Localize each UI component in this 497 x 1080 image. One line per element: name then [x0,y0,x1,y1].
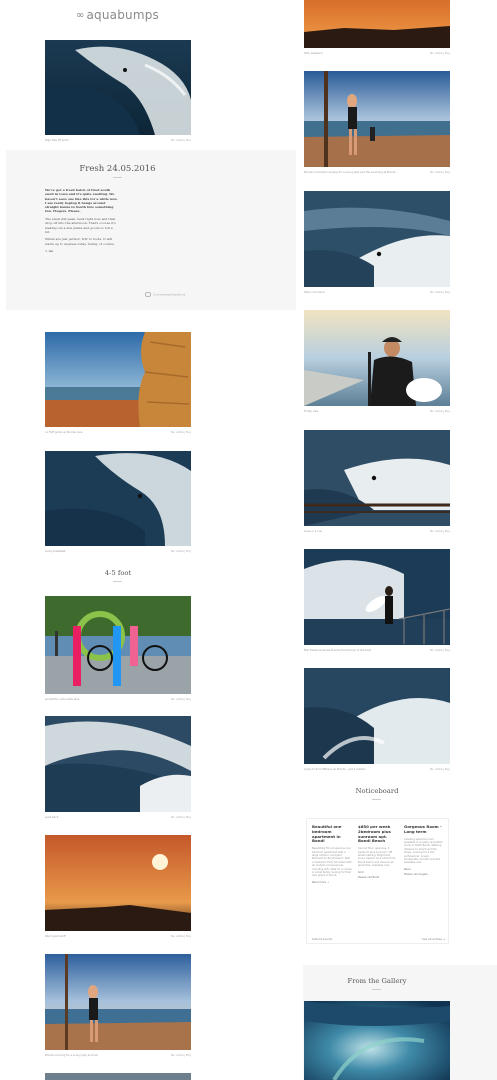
post-meta[interactable]: No. Aloha | Buy [430,530,450,533]
notice-text: Second floor, spacious, 2 bedroom plus s… [358,847,396,868]
post-caption-row: Lucky to find offshore up Bronte - just … [304,766,450,772]
notice-contact: Please call Brett [358,875,379,879]
post-caption: Bob Fishbone shows Bronte free the top o… [304,648,372,652]
post-meta[interactable]: No. Aloha | Buy [171,698,191,701]
post-caption: Warm gold stuff [45,934,66,938]
speech-bubble-icon [145,292,151,297]
title-divider [372,989,381,990]
post-caption: Lines in a row [304,529,322,533]
logo-text: aquabumps [86,8,160,22]
fresh-body: We've got a fresh batch of tired south s… [45,188,118,257]
notice-item[interactable]: Gorgeous Room - Long term Amazing spacio… [404,824,444,878]
post-caption: push back [45,815,59,819]
comments-link[interactable]: Comments/Questions [145,292,185,297]
title-divider [372,799,381,800]
notice-status: Read [404,867,411,871]
comments-label: Comments/Questions [153,292,186,297]
notice-read-more-link[interactable]: Read more → [312,881,352,884]
notice-contact: Please call Angela [404,872,428,876]
post-photo[interactable] [304,71,450,167]
post-caption-row: Friday vibe No. Aloha | Buy [304,408,450,414]
notice-text: Amazing spacious room available in a new… [404,837,443,865]
post-photo[interactable] [45,716,191,812]
notice-item[interactable]: $650 per week 2bedroom plus sunroom apt.… [358,824,398,881]
post-photo[interactable] [304,549,450,645]
post-caption: High tide off point [45,138,69,142]
post-caption-row: Silky weekend No. Aloha | Buy [304,50,450,56]
post-photo[interactable] [45,332,191,427]
post-caption: wonderful colour bike stop [45,697,80,701]
post-meta[interactable]: No. Aloha | Buy [430,410,450,413]
title-divider [113,581,122,582]
section-title[interactable]: 4-5 foot [45,569,191,577]
post-meta[interactable]: No. Aloha | Buy [171,139,191,142]
post-meta[interactable]: No. Aloha | Buy [171,935,191,938]
post-photo[interactable] [304,191,450,287]
post-meta[interactable]: No. Aloha | Buy [171,550,191,553]
fresh-title[interactable]: Fresh 24.05.2016 [0,164,235,174]
gallery-photo[interactable] [304,1001,450,1080]
gallery-title[interactable]: From the Gallery [304,977,450,985]
post-meta[interactable]: No. Aloha | Buy [430,291,450,294]
post-caption-row: Bronte moments lounging for a sunny jell… [304,169,450,175]
notice-heading[interactable]: Gorgeous Room - Long term [404,824,444,835]
noticeboard-title[interactable]: Noticeboard [304,787,450,795]
post-caption: Hello cool shore [304,290,325,294]
logo[interactable]: ∞ aquabumps [0,8,235,30]
post-meta[interactable]: No. Aloha | Buy [430,52,450,55]
logo-mark-icon: ∞ [75,10,85,21]
post-photo[interactable] [304,0,450,48]
post-caption: Silky weekend [304,51,323,55]
page: ∞ aquabumps High tide off point No. Aloha… [0,0,497,1080]
noticeboard-box: Beautiful one bedroom apartment in Bondi… [306,818,449,944]
post-meta[interactable]: No. Aloha | Buy [430,649,450,652]
post-photo[interactable] [304,668,450,764]
post-caption: no fluff golds up Bronte cave [45,430,83,434]
see-all-entries-link[interactable]: See all entries → [422,937,445,941]
post-caption-row: Lucky breakfast No. Aloha | Buy [45,548,191,554]
post-caption: Bronte morning for a sunny jelly and hat [45,1053,98,1057]
post-caption-row: push back No. Aloha | Buy [45,814,191,820]
post-caption: Friday vibe [304,409,319,413]
post-caption-row: Warm gold stuff No. Aloha | Buy [45,933,191,939]
title-divider [113,177,122,178]
notice-heading[interactable]: $650 per week 2bedroom plus sunroom apt.… [358,824,398,844]
post-meta[interactable]: No. Aloha | Buy [430,171,450,174]
post-photo[interactable] [45,40,191,135]
notice-item[interactable]: Beautiful one bedroom apartment in Bondi… [312,824,352,886]
post-photo[interactable] [304,430,450,526]
post-photo[interactable] [45,954,191,1050]
fresh-signoff: > lan [45,249,54,254]
post-caption-row: no fluff golds up Bronte cave No. Aloha … [45,429,191,435]
post-photo[interactable] [45,1073,191,1080]
post-caption: Lucky to find offshore up Bronte - just … [304,767,366,771]
post-caption-row: High tide off point No. Aloha | Buy [45,137,191,143]
post-meta[interactable]: No. Aloha | Buy [430,768,450,771]
submit-events-link[interactable]: Submit events [312,937,332,941]
post-meta[interactable]: No. Aloha | Buy [171,816,191,819]
notice-status: Sold [358,870,364,874]
post-photo[interactable] [45,596,191,694]
post-caption-row: Bronte morning for a sunny jelly and hat… [45,1052,191,1058]
post-meta[interactable]: No. Aloha | Buy [171,1054,191,1057]
notice-text: Beautifully fit out spacious one bedroom… [312,847,352,878]
fresh-paragraph: Winds are just perfect, NW to boots. It … [45,237,115,246]
post-photo[interactable] [304,310,450,406]
post-photo[interactable] [45,835,191,931]
post-caption-row: wonderful colour bike stop No. Aloha | B… [45,696,191,702]
post-meta[interactable]: No. Aloha | Buy [171,431,191,434]
post-caption: Lucky breakfast [45,549,66,553]
fresh-paragraph: The swell will peak, back right now and … [45,216,116,234]
post-caption-row: Hello cool shore No. Aloha | Buy [304,289,450,295]
post-caption-row: Bob Fishbone shows Bronte free the top o… [304,647,450,653]
post-photo[interactable] [45,451,191,546]
notice-heading[interactable]: Beautiful one bedroom apartment in Bondi [312,824,352,844]
post-caption-row: Lines in a row No. Aloha | Buy [304,528,450,534]
fresh-paragraph: We've got a fresh batch of tired south s… [45,188,118,214]
post-caption: Bronte moments lounging for a sunny jell… [304,170,396,174]
